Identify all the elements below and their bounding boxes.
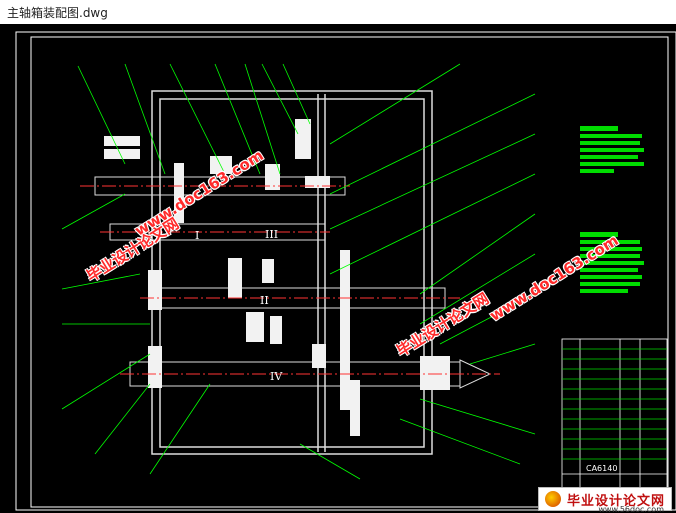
title-block-code: CA6140 bbox=[586, 464, 617, 473]
drawing-canvas[interactable]: I II III IV CA6140 www.doc163.com 毕业设计论文… bbox=[0, 24, 676, 513]
shaft-label-3: III bbox=[265, 228, 278, 241]
shaft-label-1: I bbox=[195, 229, 199, 242]
gears bbox=[104, 119, 450, 436]
window-titlebar: 主轴箱装配图.dwg bbox=[0, 0, 676, 25]
shaft-label-2: II bbox=[260, 294, 269, 307]
parts-list bbox=[561, 338, 668, 505]
footer-url: www.56doc.com bbox=[598, 505, 664, 513]
housing bbox=[151, 90, 433, 455]
centerlines bbox=[80, 185, 500, 375]
shaft-label-4: IV bbox=[270, 370, 283, 383]
logo-icon bbox=[544, 491, 561, 507]
window-title: 主轴箱装配图.dwg bbox=[7, 6, 108, 20]
technical-notes bbox=[580, 126, 644, 293]
